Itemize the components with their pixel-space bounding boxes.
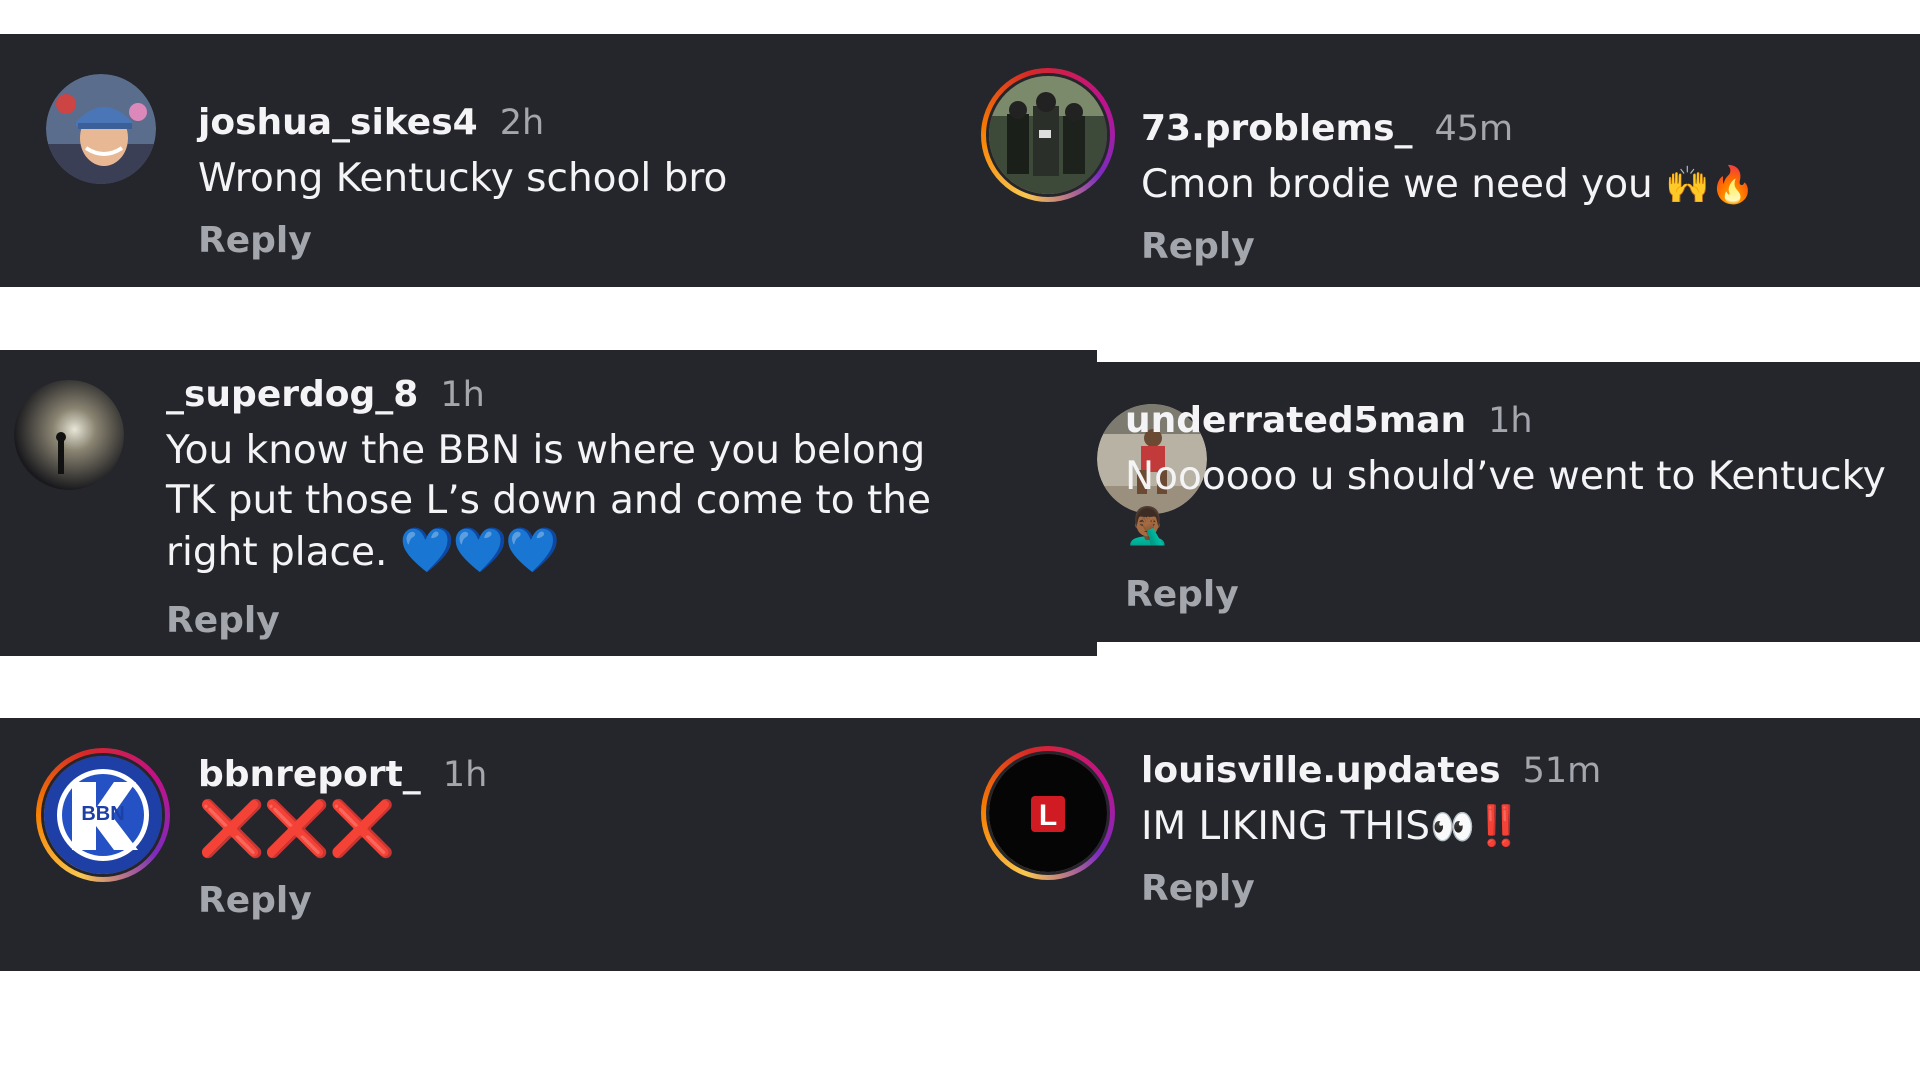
username[interactable]: _superdog_8 — [166, 374, 418, 415]
user-avatar[interactable]: BBN — [36, 748, 170, 882]
blue-hearts-emoji: 💙💙💙 — [399, 525, 560, 576]
reply-button[interactable]: Reply — [1141, 226, 1255, 267]
username[interactable]: underrated5man — [1125, 400, 1466, 441]
comment-text-line: right place. — [166, 530, 388, 575]
reply-button[interactable]: Reply — [166, 600, 280, 641]
comment-text-line: You know the BBN is where you belong — [166, 428, 926, 473]
comment-card: BBN bbnreport_ 1h ❌❌❌ Reply — [0, 718, 945, 971]
double-exclamation-emoji: ‼️ — [1474, 804, 1524, 849]
username[interactable]: bbnreport_ — [198, 754, 421, 795]
comment-text-line: TK put those L’s down and come to the — [166, 478, 932, 523]
timestamp: 45m — [1434, 109, 1514, 149]
reply-button[interactable]: Reply — [198, 220, 312, 261]
comment-card: underrated5man 1h Noooooo u should’ve wen… — [1097, 362, 1920, 642]
comment-text: Wrong Kentucky school bro — [198, 156, 728, 201]
eyes-emoji: 👀 — [1430, 807, 1475, 848]
user-avatar[interactable] — [46, 74, 156, 184]
comment-text: Cmon brodie we need you — [1141, 162, 1653, 207]
reply-button[interactable]: Reply — [1125, 574, 1239, 615]
avatar-logo-text: L — [1039, 799, 1057, 832]
red-x-emoji: ❌❌❌ — [198, 797, 396, 860]
comment-text: Noooooo u should’ve went to Kentucky — [1125, 454, 1886, 499]
user-avatar[interactable] — [981, 68, 1115, 202]
user-avatar[interactable]: L — [981, 746, 1115, 880]
timestamp: 1h — [440, 375, 485, 415]
timestamp: 1h — [442, 755, 488, 795]
timestamp: 2h — [499, 103, 545, 143]
user-avatar[interactable] — [14, 380, 124, 490]
username[interactable]: joshua_sikes4 — [198, 102, 478, 143]
reply-button[interactable]: Reply — [198, 880, 312, 921]
facepalm-emoji: 🤦🏾‍♂️ — [1125, 506, 1170, 547]
reply-button[interactable]: Reply — [1141, 868, 1255, 909]
timestamp: 51m — [1522, 751, 1602, 791]
comment-card: joshua_sikes4 2h Wrong Kentucky school br… — [0, 34, 945, 287]
username[interactable]: 73.problems_ — [1141, 108, 1413, 149]
comment-card: _superdog_8 1h You know the BBN is where … — [0, 350, 1097, 656]
avatar-logo-text: BBN — [81, 803, 124, 825]
emoji-raised-hands-fire: 🙌🔥 — [1665, 165, 1755, 206]
comment-text: IM LIKING THIS — [1141, 804, 1431, 849]
timestamp: 1h — [1488, 401, 1533, 441]
username[interactable]: louisville.updates — [1141, 750, 1501, 791]
comment-card: 73.problems_ 45m Cmon brodie we need you … — [945, 34, 1920, 287]
comment-card: L louisville.updates 51m IM LIKING THIS👀‼… — [945, 718, 1920, 971]
